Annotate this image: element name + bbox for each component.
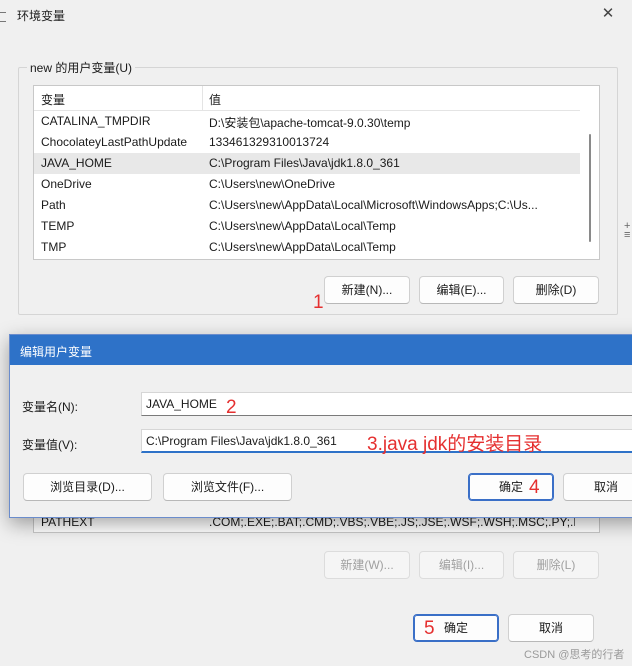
annotation-step-3: 3.java jdk的安装目录 (367, 434, 543, 455)
column-header-value[interactable]: 值 (209, 91, 221, 108)
variable-value: C:\Users\new\AppData\Local\Temp (209, 240, 396, 254)
user-delete-button[interactable]: 删除(D) (513, 276, 599, 304)
system-new-button[interactable]: 新建(W)... (324, 551, 410, 579)
browse-directory-button[interactable]: 浏览目录(D)... (23, 473, 152, 501)
annotation-step-2: 2 (226, 397, 237, 418)
table-row[interactable]: CATALINA_TMPDIR D:\安装包\apache-tomcat-9.0… (34, 111, 580, 132)
table-row[interactable]: ChocolateyLastPathUpdate 133461329310013… (34, 132, 580, 153)
variable-name: Path (41, 198, 66, 212)
user-edit-button[interactable]: 编辑(E)... (419, 276, 504, 304)
edit-variable-dialog: 编辑用户变量 变量名(N): JAVA_HOME 2 变量值(V): C:\Pr… (9, 334, 632, 518)
table-row[interactable]: TEMP C:\Users\new\AppData\Local\Temp (34, 216, 580, 237)
window-title: 环境变量 (17, 9, 66, 23)
variable-value: C:\Users\new\OneDrive (209, 177, 336, 191)
user-new-button[interactable]: 新建(N)... (324, 276, 410, 304)
variable-name: JAVA_HOME (41, 156, 112, 170)
watermark: CSDN @思考的行者 (524, 649, 625, 661)
list-scrollbar[interactable] (589, 134, 591, 242)
variable-name: TEMP (41, 219, 75, 233)
system-delete-button[interactable]: 删除(L) (513, 551, 599, 579)
column-separator (202, 86, 203, 110)
dialog-title: 编辑用户变量 (20, 345, 93, 359)
variable-value: C:\Program Files\Java\jdk1.8.0_361 (209, 156, 400, 170)
dialog-ok-button[interactable]: 确定 (468, 473, 554, 501)
variable-name: CATALINA_TMPDIR (41, 114, 151, 128)
background-window-edge: + ≡ (624, 220, 631, 241)
dialog-titlebar[interactable]: 编辑用户变量 (10, 335, 632, 365)
variable-value: C:\Users\new\AppData\Local\Temp (209, 219, 396, 233)
user-variables-list[interactable]: 变量 值 CATALINA_TMPDIR D:\安装包\apache-tomca… (33, 85, 600, 260)
variable-value: C:\Users\new\AppData\Local\Microsoft\Win… (209, 198, 538, 212)
annotation-step-1: 1 (313, 292, 324, 313)
variable-name: TMP (41, 240, 67, 254)
cancel-button[interactable]: 取消 (508, 614, 594, 642)
variable-value: 133461329310013724 (209, 135, 330, 149)
table-row[interactable]: TMP C:\Users\new\AppData\Local\Temp (34, 237, 580, 258)
variable-name: OneDrive (41, 177, 92, 191)
close-icon[interactable]: ✕ (600, 6, 616, 22)
table-row-selected[interactable]: JAVA_HOME C:\Program Files\Java\jdk1.8.0… (34, 153, 580, 174)
user-variables-label: new 的用户变量(U) (27, 59, 136, 76)
annotation-step-5: 5 (424, 618, 435, 639)
dialog-cancel-button[interactable]: 取消 (563, 473, 632, 501)
system-edit-button[interactable]: 编辑(I)... (419, 551, 504, 579)
variable-value-label: 变量值(V): (22, 438, 78, 452)
table-row[interactable]: OneDrive C:\Users\new\OneDrive (34, 174, 580, 195)
annotation-step-4: 4 (529, 477, 540, 498)
table-row[interactable]: Path C:\Users\new\AppData\Local\Microsof… (34, 195, 580, 216)
browse-file-button[interactable]: 浏览文件(F)... (163, 473, 292, 501)
column-header-variable[interactable]: 变量 (41, 91, 65, 108)
list-header: 变量 值 (34, 86, 580, 111)
variable-value: D:\安装包\apache-tomcat-9.0.30\temp (209, 116, 411, 130)
variable-name-input[interactable]: JAVA_HOME (141, 392, 632, 416)
variable-name: ChocolateyLastPathUpdate (41, 135, 188, 149)
variable-name-label: 变量名(N): (22, 400, 78, 414)
window-edge-artifact (0, 12, 6, 22)
